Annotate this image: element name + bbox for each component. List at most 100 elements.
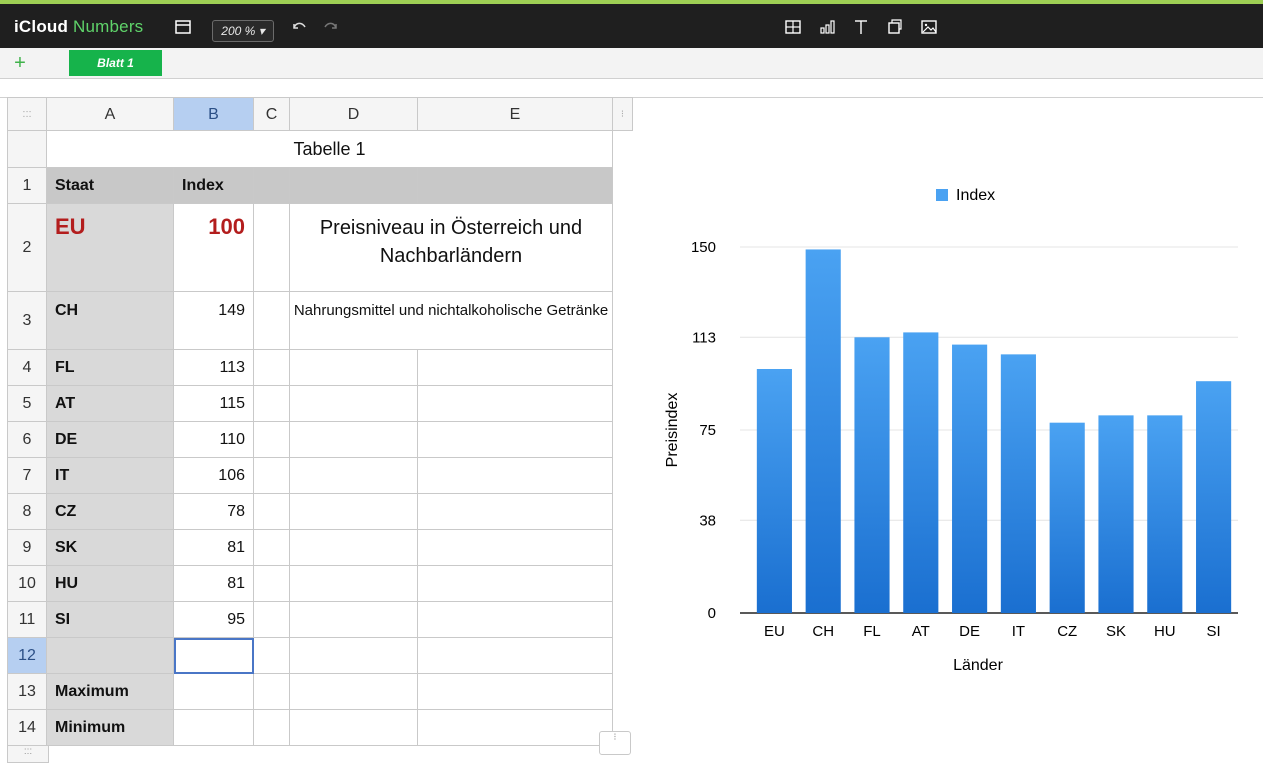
chart-title-cell[interactable]: Preisniveau in Österreich und Nachbarlän… <box>290 204 613 292</box>
cell-b2[interactable]: 100 <box>174 204 254 292</box>
add-row-handle[interactable]: ::: <box>7 746 49 763</box>
add-column-handle[interactable]: ⁝ <box>613 97 633 131</box>
row-header[interactable]: 10 <box>7 566 47 602</box>
cell-d11[interactable] <box>290 602 418 638</box>
row-header[interactable]: 1 <box>7 168 47 204</box>
bar-si[interactable] <box>1196 381 1232 613</box>
column-header-d[interactable]: D <box>290 97 418 131</box>
selected-cell-b12[interactable] <box>174 638 254 674</box>
cell-e4[interactable] <box>418 350 613 386</box>
cell-d12[interactable] <box>290 638 418 674</box>
cell-c13[interactable] <box>254 674 290 710</box>
cell-d5[interactable] <box>290 386 418 422</box>
cell-e1[interactable] <box>418 168 613 204</box>
cell-b10[interactable]: 81 <box>174 566 254 602</box>
cell-e9[interactable] <box>418 530 613 566</box>
bar-ch[interactable] <box>805 249 841 613</box>
table-insert-icon[interactable] <box>784 18 802 36</box>
row-header[interactable]: 3 <box>7 292 47 350</box>
bar-it[interactable] <box>1000 354 1036 613</box>
column-header-a[interactable]: A <box>47 97 174 131</box>
row-header[interactable]: 12 <box>7 638 47 674</box>
row-header[interactable]: 5 <box>7 386 47 422</box>
bar-chart[interactable]: Index Preisindex Länder 0 38 75 113 150 EU CH… <box>650 170 1250 690</box>
row-header[interactable]: 4 <box>7 350 47 386</box>
cell-d14[interactable] <box>290 710 418 746</box>
cell-d7[interactable] <box>290 458 418 494</box>
row-header[interactable]: 6 <box>7 422 47 458</box>
cell-b4[interactable]: 113 <box>174 350 254 386</box>
cell-b7[interactable]: 106 <box>174 458 254 494</box>
bar-hu[interactable] <box>1147 415 1183 613</box>
cell-a9[interactable]: SK <box>47 530 174 566</box>
bar-sk[interactable] <box>1098 415 1134 613</box>
cell-b11[interactable]: 95 <box>174 602 254 638</box>
bar-de[interactable] <box>952 344 988 613</box>
cell-e5[interactable] <box>418 386 613 422</box>
cell-d1[interactable] <box>290 168 418 204</box>
cell-c7[interactable] <box>254 458 290 494</box>
cell-c11[interactable] <box>254 602 290 638</box>
cell-b3[interactable]: 149 <box>174 292 254 350</box>
sidebar-toggle-icon[interactable] <box>174 18 192 36</box>
cell-c6[interactable] <box>254 422 290 458</box>
row-header[interactable]: 2 <box>7 204 47 292</box>
cell-c3[interactable] <box>254 292 290 350</box>
cell-d10[interactable] <box>290 566 418 602</box>
cell-a7[interactable]: IT <box>47 458 174 494</box>
cell-c4[interactable] <box>254 350 290 386</box>
shape-insert-icon[interactable] <box>886 18 904 36</box>
cell-e8[interactable] <box>418 494 613 530</box>
redo-icon[interactable] <box>322 18 340 36</box>
column-header-b[interactable]: B <box>174 97 254 131</box>
cell-b1[interactable]: Index <box>174 168 254 204</box>
cell-a6[interactable]: DE <box>47 422 174 458</box>
row-header[interactable]: 11 <box>7 602 47 638</box>
cell-c12[interactable] <box>254 638 290 674</box>
row-header[interactable]: 7 <box>7 458 47 494</box>
cell-c8[interactable] <box>254 494 290 530</box>
cell-a1[interactable]: Staat <box>47 168 174 204</box>
cell-a2[interactable]: EU <box>47 204 174 292</box>
cell-d9[interactable] <box>290 530 418 566</box>
cell-e13[interactable] <box>418 674 613 710</box>
cell-e14[interactable] <box>418 710 613 746</box>
bar-cz[interactable] <box>1049 422 1085 613</box>
chart-insert-icon[interactable] <box>818 18 836 36</box>
cell-c5[interactable] <box>254 386 290 422</box>
column-header-c[interactable]: C <box>254 97 290 131</box>
cell-e12[interactable] <box>418 638 613 674</box>
cell-b13[interactable] <box>174 674 254 710</box>
row-header[interactable]: 8 <box>7 494 47 530</box>
cell-b5[interactable]: 115 <box>174 386 254 422</box>
zoom-select[interactable]: 200 % ▾ <box>212 20 274 42</box>
cell-e11[interactable] <box>418 602 613 638</box>
cell-e6[interactable] <box>418 422 613 458</box>
undo-icon[interactable] <box>290 18 308 36</box>
cell-b6[interactable]: 110 <box>174 422 254 458</box>
table-title[interactable]: Tabelle 1 <box>47 131 613 168</box>
table-resize-handle[interactable]: ⁝ <box>599 731 631 755</box>
row-header[interactable]: 9 <box>7 530 47 566</box>
table-select-handle[interactable]: ::: <box>7 97 47 131</box>
bar-eu[interactable] <box>756 369 792 613</box>
cell-b9[interactable]: 81 <box>174 530 254 566</box>
cell-a4[interactable]: FL <box>47 350 174 386</box>
cell-c2[interactable] <box>254 204 290 292</box>
cell-b8[interactable]: 78 <box>174 494 254 530</box>
cell-a10[interactable]: HU <box>47 566 174 602</box>
cell-c14[interactable] <box>254 710 290 746</box>
add-sheet-button[interactable]: + <box>0 48 40 78</box>
cell-a13[interactable]: Maximum <box>47 674 174 710</box>
cell-a8[interactable]: CZ <box>47 494 174 530</box>
chart-subtitle-cell[interactable]: Nahrungsmittel und nichtalkoholische Get… <box>290 292 613 350</box>
cell-d4[interactable] <box>290 350 418 386</box>
cell-c9[interactable] <box>254 530 290 566</box>
row-header[interactable]: 13 <box>7 674 47 710</box>
cell-c10[interactable] <box>254 566 290 602</box>
column-header-e[interactable]: E <box>418 97 613 131</box>
cell-a14[interactable]: Minimum <box>47 710 174 746</box>
tab-blatt-1[interactable]: Blatt 1 <box>69 50 162 76</box>
bar-at[interactable] <box>903 332 939 613</box>
row-header[interactable]: 14 <box>7 710 47 746</box>
